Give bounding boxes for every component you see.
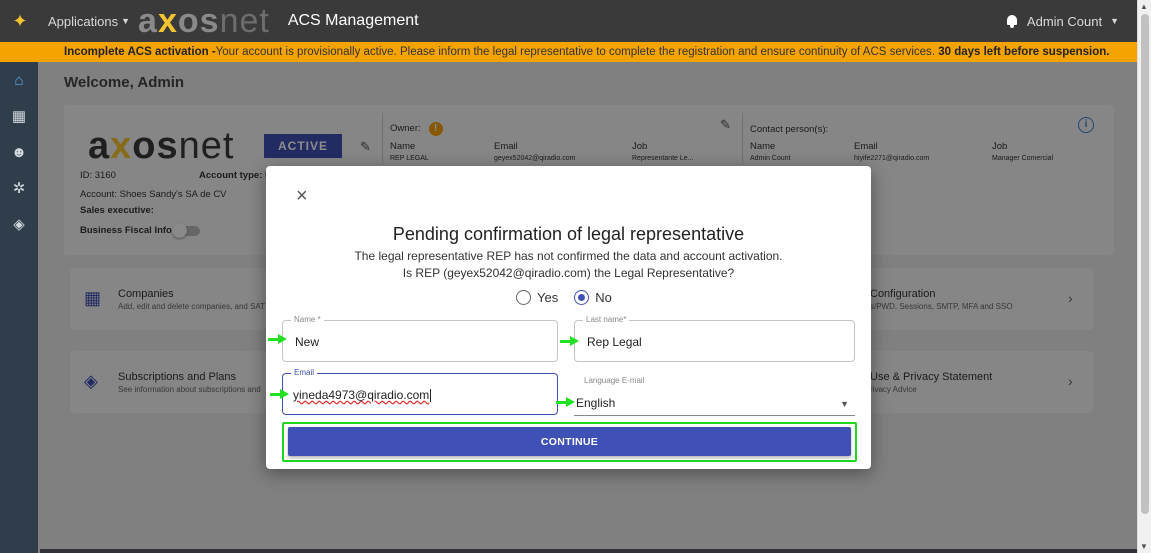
- name-field[interactable]: Name * New: [282, 315, 558, 362]
- gear-icon[interactable]: ✲: [0, 170, 38, 206]
- dialog-question: Is REP (geyex52042@qiradio.com) the Lega…: [402, 266, 735, 280]
- user-name: Admin Count: [1026, 13, 1103, 29]
- legal-rep-dialog: × Pending confirmation of legal represen…: [266, 166, 871, 469]
- name-field-value: New: [295, 335, 320, 349]
- scroll-thumb[interactable]: [1141, 14, 1149, 514]
- apps-logo-icon[interactable]: ✦: [0, 0, 40, 42]
- scroll-down-icon[interactable]: ▼: [1140, 542, 1148, 551]
- annotation-arrow-icon: [268, 334, 288, 344]
- page-scrollbar[interactable]: ▲ ▼: [1137, 0, 1151, 553]
- continue-button[interactable]: CONTINUE: [288, 427, 851, 456]
- banner-message: Your account is provisionally active. Pl…: [215, 46, 936, 58]
- top-bar: ✦ Applications ▼ axosnet ACS Management …: [0, 0, 1137, 42]
- banner-prefix: Incomplete ACS activation -: [64, 46, 216, 58]
- chevron-down-icon: ▼: [1110, 16, 1119, 26]
- banner-suffix: 30 days left before suspension.: [938, 46, 1110, 58]
- home-icon[interactable]: ⌂: [0, 62, 38, 98]
- language-select[interactable]: Language E-mail English ▼: [574, 370, 855, 416]
- radio-no[interactable]: [574, 290, 590, 305]
- applications-label: Applications: [48, 13, 119, 29]
- name-field-label: Name *: [291, 315, 324, 324]
- annotation-arrow-icon: [560, 336, 580, 346]
- chevron-down-icon: ▼: [840, 399, 849, 409]
- annotation-arrow-icon: [556, 397, 576, 407]
- last-name-field[interactable]: Last name* Rep Legal: [574, 315, 855, 362]
- chevron-down-icon: ▼: [121, 16, 131, 26]
- last-name-field-label: Last name*: [583, 315, 630, 324]
- dialog-message: The legal representative REP has not con…: [354, 249, 783, 263]
- legal-rep-radio-group: Yes No: [516, 290, 622, 305]
- email-field[interactable]: Email yineda4973@qiradio.com: [282, 368, 558, 415]
- language-select-label: Language E-mail: [584, 376, 645, 385]
- close-icon[interactable]: ×: [296, 186, 308, 206]
- continue-highlight: CONTINUE: [282, 422, 857, 462]
- email-field-value: yineda4973@qiradio.com: [293, 388, 432, 403]
- applications-menu[interactable]: Applications ▼: [48, 14, 130, 29]
- brand-logo: axosnet: [138, 2, 270, 40]
- bell-icon[interactable]: [1005, 14, 1019, 28]
- layers-icon[interactable]: ◈: [0, 206, 38, 242]
- annotation-arrow-icon: [270, 389, 290, 399]
- activation-warning-banner: Incomplete ACS activation -Your account …: [0, 42, 1137, 62]
- building-icon[interactable]: ▦: [0, 98, 38, 134]
- email-field-label: Email: [291, 368, 318, 377]
- users-icon[interactable]: ☻: [0, 134, 38, 170]
- radio-yes-label[interactable]: Yes: [537, 290, 558, 305]
- app-title: ACS Management: [287, 12, 419, 29]
- language-select-value: English: [576, 396, 616, 410]
- radio-yes[interactable]: [516, 290, 531, 305]
- user-menu[interactable]: Admin Count ▼: [1005, 14, 1119, 29]
- last-name-field-value: Rep Legal: [587, 335, 642, 349]
- dialog-title: Pending confirmation of legal representa…: [392, 224, 745, 244]
- radio-no-label[interactable]: No: [595, 290, 612, 305]
- sidebar: ⌂ ▦ ☻ ✲ ◈: [0, 62, 38, 553]
- scroll-up-icon[interactable]: ▲: [1140, 2, 1148, 11]
